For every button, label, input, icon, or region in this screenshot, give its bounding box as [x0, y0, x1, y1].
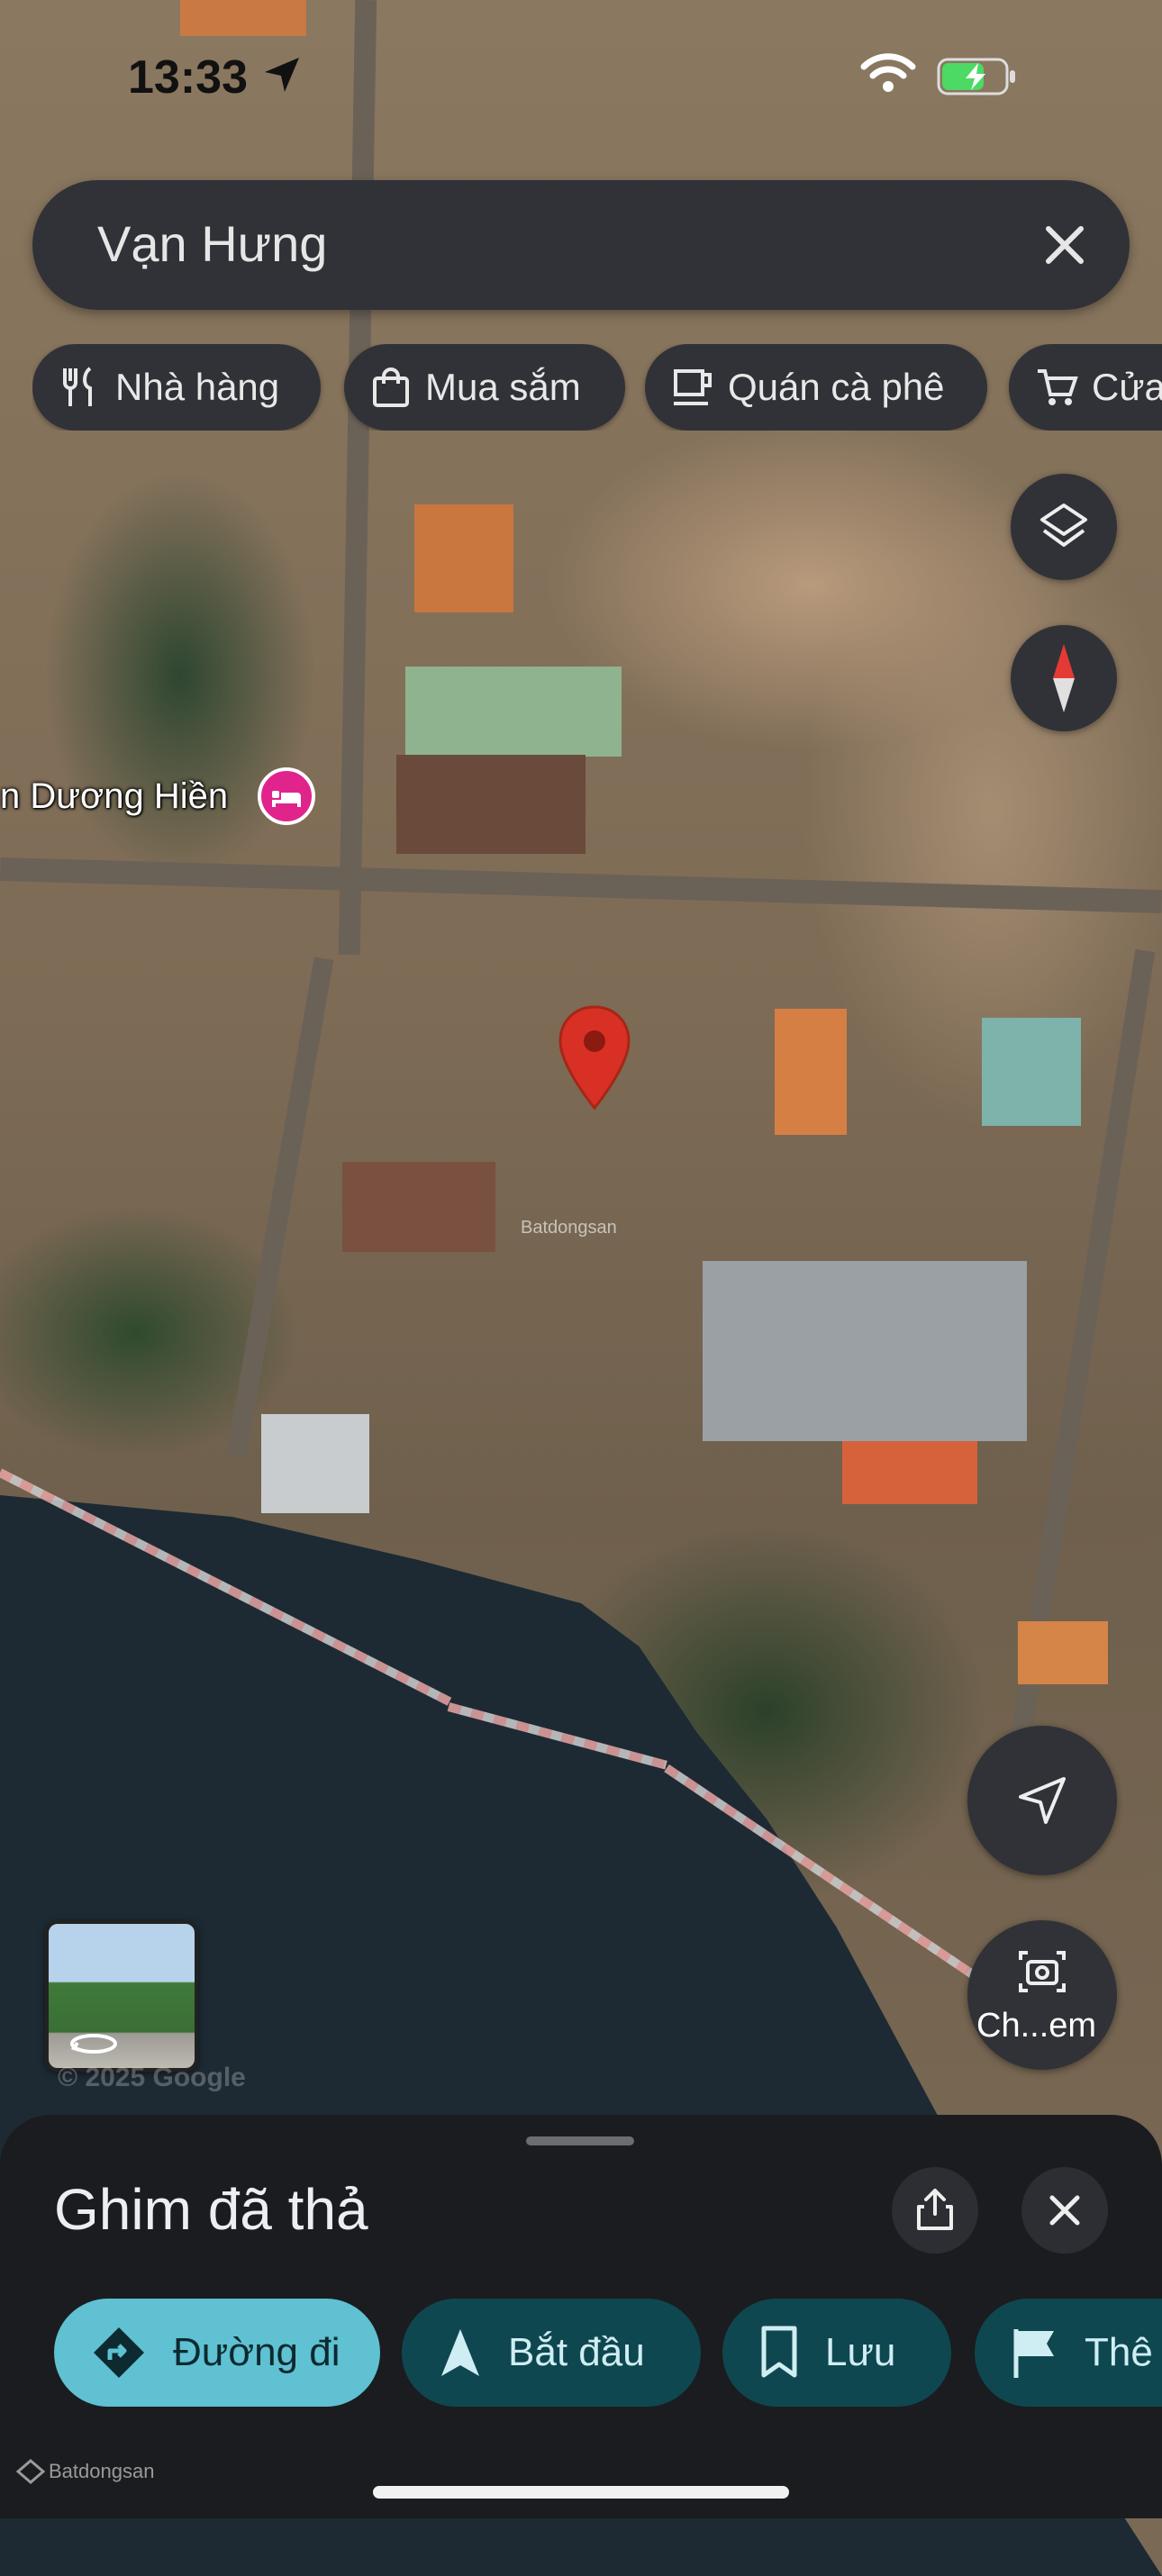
building — [775, 1009, 847, 1135]
directions-button[interactable]: Đường đi — [54, 2299, 380, 2407]
search-query[interactable]: Vạn Hưng — [97, 214, 327, 273]
share-button[interactable] — [892, 2167, 978, 2254]
building — [1018, 1621, 1108, 1684]
brand-text: Batdongsan — [49, 2460, 155, 2482]
chip-restaurants[interactable]: Nhà hàng — [32, 344, 321, 431]
camera-search-icon — [1019, 1951, 1066, 1992]
brand-logo-icon — [16, 2459, 45, 2484]
building — [703, 1261, 1027, 1441]
category-chips: Nhà hàng Mua sắm Quán cà phê Cửa — [32, 344, 1162, 431]
building — [261, 1414, 369, 1513]
chip-label: Nhà hàng — [115, 366, 280, 408]
map-attribution: © 2025 Google — [58, 2063, 246, 2092]
directions-icon — [94, 2327, 144, 2378]
building — [842, 1441, 977, 1504]
map-watermark: Batdongsan — [521, 1218, 617, 1238]
add-label-text: Thê — [1085, 2330, 1153, 2374]
search-bar[interactable]: Vạn Hưng — [32, 180, 1130, 310]
bottom-sheet: Ghim đã thả Đường đi Bắt đầu Lưu Thê — [0, 2115, 1162, 2518]
rotate-360-icon — [70, 2034, 117, 2054]
location-arrow-icon — [265, 58, 299, 92]
action-buttons: Đường đi Bắt đầu Lưu Thê — [54, 2299, 1162, 2407]
brand-watermark: Batdongsan — [16, 2459, 154, 2484]
bookmark-icon — [761, 2326, 797, 2378]
dropped-pin-icon[interactable] — [557, 1003, 632, 1111]
building — [342, 1162, 495, 1252]
building — [414, 504, 513, 612]
wifi-icon — [860, 53, 916, 92]
coffee-cup-icon — [674, 369, 712, 405]
sheet-drag-handle[interactable] — [526, 2136, 634, 2145]
building — [396, 755, 586, 854]
bed-icon[interactable] — [258, 767, 315, 825]
home-indicator[interactable] — [373, 2486, 789, 2499]
chip-label: Cửa — [1092, 366, 1162, 408]
navigation-arrow-icon — [1019, 1777, 1066, 1824]
fork-knife-icon — [63, 367, 92, 406]
close-sheet-button[interactable] — [1021, 2167, 1108, 2254]
chip-label: Quán cà phê — [728, 366, 945, 408]
compass-icon — [1053, 644, 1075, 712]
start-button[interactable]: Bắt đầu — [402, 2299, 701, 2407]
chip-label: Mua sắm — [425, 366, 581, 408]
battery-charging-icon — [937, 58, 1015, 95]
flag-icon — [1013, 2329, 1054, 2378]
building — [405, 667, 622, 757]
street-view-thumbnail[interactable] — [45, 1920, 198, 2072]
directions-label: Đường đi — [173, 2330, 340, 2374]
navigation-start-icon — [441, 2329, 479, 2376]
share-icon — [917, 2189, 953, 2230]
chip-stores[interactable]: Cửa — [1009, 344, 1162, 431]
shopping-cart-icon — [1038, 369, 1078, 405]
shopping-bag-icon — [373, 367, 409, 407]
add-label-button[interactable]: Thê — [975, 2299, 1162, 2407]
save-button[interactable]: Lưu — [722, 2299, 951, 2407]
my-location-button[interactable] — [967, 1726, 1117, 1875]
close-icon[interactable] — [1039, 220, 1090, 270]
camera-search-button[interactable] — [967, 1920, 1117, 2070]
compass-button[interactable] — [1011, 625, 1117, 731]
start-label: Bắt đầu — [508, 2330, 645, 2374]
chip-shopping[interactable]: Mua sắm — [344, 344, 625, 431]
sheet-title: Ghim đã thả — [54, 2177, 368, 2242]
camera-search-label: Ch...em — [976, 2007, 1097, 2045]
status-time: 13:33 — [128, 51, 248, 104]
layers-icon — [1040, 503, 1087, 547]
building — [982, 1018, 1081, 1126]
horizontal-road — [0, 857, 1162, 914]
save-label: Lưu — [825, 2330, 896, 2374]
poi-label[interactable]: n Dương Hiền — [0, 776, 228, 817]
lower-road — [226, 957, 334, 1457]
status-bar: 13:33 — [0, 0, 1162, 144]
close-icon — [1049, 2195, 1080, 2226]
chip-coffee[interactable]: Quán cà phê — [645, 344, 987, 431]
layers-button[interactable] — [1011, 474, 1117, 580]
